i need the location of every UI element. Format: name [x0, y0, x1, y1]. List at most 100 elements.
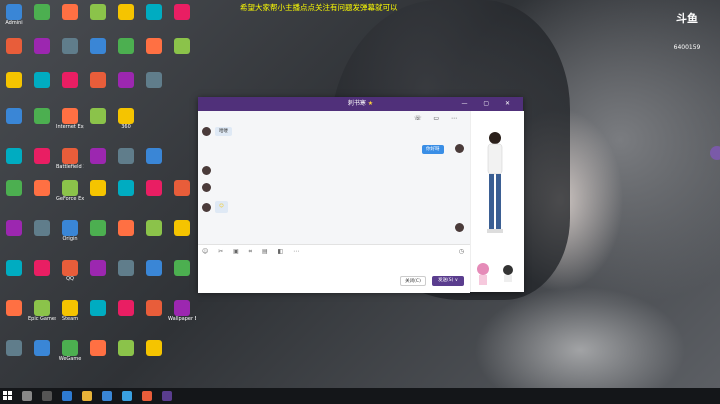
desktop-icon[interactable]: [112, 340, 140, 370]
desktop-icon[interactable]: [28, 260, 56, 290]
desktop-icon[interactable]: [0, 220, 28, 250]
desktop-icon[interactable]: Origin: [56, 220, 84, 250]
app-icon: [34, 108, 50, 124]
floating-avatar[interactable]: [710, 146, 720, 160]
qq-icon[interactable]: [122, 391, 132, 401]
desktop-icon[interactable]: [112, 72, 140, 102]
desktop-icon[interactable]: [56, 38, 84, 68]
desktop-icon[interactable]: [168, 4, 196, 34]
desktop-icon[interactable]: [112, 38, 140, 68]
desktop-icon[interactable]: Internet Explorer: [56, 108, 84, 138]
send-button[interactable]: 发送(S) ∨: [432, 276, 464, 286]
desktop-icon[interactable]: [140, 72, 168, 102]
desktop-icon[interactable]: [28, 38, 56, 68]
desktop-icon[interactable]: [0, 38, 28, 68]
desktop-icon[interactable]: [0, 180, 28, 210]
desktop-icon[interactable]: [112, 220, 140, 250]
folder-icon[interactable]: [82, 391, 92, 401]
desktop-icon[interactable]: [56, 72, 84, 102]
desktop-icon[interactable]: [28, 180, 56, 210]
input-toolbar[interactable]: ☺ ✂ ▣ ⌗ ▤ ◧ ⋯: [202, 248, 303, 256]
app-icon: [146, 340, 162, 356]
desktop-icon-label: Epic Games Launcher: [28, 316, 56, 322]
desktop-icon[interactable]: [140, 148, 168, 178]
desktop-icon[interactable]: [112, 300, 140, 330]
desktop-icon[interactable]: Wallpaper Engine: [168, 300, 196, 330]
desktop-icon[interactable]: [84, 300, 112, 330]
start-button[interactable]: [3, 391, 13, 401]
app-icon: [62, 180, 78, 196]
avatar: [455, 144, 464, 153]
desktop-icon[interactable]: [28, 72, 56, 102]
desktop-icon[interactable]: Admini: [0, 4, 28, 34]
desktop-icon[interactable]: [140, 300, 168, 330]
desktop-icon[interactable]: [112, 4, 140, 34]
chat-window: 刺书寒 ★ — ▢ ✕ ☏ ▭ ⋯ 哈喽 你好呀 ☺ ☺ ✂ ▣ ⌗ ▤ ◧ ⋯…: [198, 97, 524, 293]
app-icon: [118, 72, 134, 88]
app-icon: [146, 72, 162, 88]
chat-app-icon[interactable]: [162, 391, 172, 401]
desktop-icon[interactable]: [84, 72, 112, 102]
app-icon: [90, 300, 106, 316]
desktop-icon[interactable]: [0, 340, 28, 370]
desktop-icon[interactable]: [84, 4, 112, 34]
app-icon: [174, 4, 190, 20]
desktop-icon[interactable]: [84, 180, 112, 210]
desktop-icon[interactable]: [0, 300, 28, 330]
desktop-icon[interactable]: [0, 108, 28, 138]
desktop-icon[interactable]: [0, 260, 28, 290]
desktop-icon[interactable]: [56, 4, 84, 34]
desktop-icon[interactable]: [84, 340, 112, 370]
desktop-icon[interactable]: 360: [112, 108, 140, 138]
desktop-icon[interactable]: [84, 148, 112, 178]
desktop-icon[interactable]: [168, 260, 196, 290]
chat-titlebar[interactable]: 刺书寒 ★ — ▢ ✕: [198, 97, 523, 111]
desktop-icon[interactable]: [112, 260, 140, 290]
desktop-icon[interactable]: [112, 180, 140, 210]
message-input-area[interactable]: ☺ ✂ ▣ ⌗ ▤ ◧ ⋯ ◷ 关闭(C) 发送(S) ∨: [198, 244, 470, 293]
desktop-icon[interactable]: [140, 220, 168, 250]
avatar: [202, 127, 211, 136]
desktop-icon[interactable]: [28, 4, 56, 34]
close-button[interactable]: 关闭(C): [400, 276, 426, 286]
history-icon[interactable]: ◷: [459, 248, 464, 255]
desktop-icon[interactable]: [84, 108, 112, 138]
app-icon: [6, 300, 22, 316]
desktop-icon[interactable]: Epic Games Launcher: [28, 300, 56, 330]
desktop-icon[interactable]: GeForce Experience: [56, 180, 84, 210]
window-controls[interactable]: — ▢ ✕: [461, 97, 517, 111]
desktop-icon[interactable]: WeGame: [56, 340, 84, 370]
app-icon: [90, 38, 106, 54]
desktop-icon[interactable]: [168, 38, 196, 68]
desktop-icon[interactable]: [84, 38, 112, 68]
avatar: [202, 166, 211, 175]
desktop-icon[interactable]: [28, 148, 56, 178]
desktop-icon[interactable]: [140, 340, 168, 370]
desktop-icon[interactable]: Steam: [56, 300, 84, 330]
search-icon[interactable]: [22, 391, 32, 401]
desktop-icon[interactable]: [0, 72, 28, 102]
desktop-icon[interactable]: [28, 220, 56, 250]
desktop-icon[interactable]: [140, 260, 168, 290]
avatar-figure-image: [487, 132, 503, 233]
store-icon[interactable]: [102, 391, 112, 401]
desktop-icon[interactable]: [84, 260, 112, 290]
call-tools[interactable]: ☏ ▭ ⋯: [414, 115, 462, 122]
app-icon: [146, 148, 162, 164]
desktop-icon[interactable]: Battlefield 1: [56, 148, 84, 178]
desktop-icon[interactable]: [168, 220, 196, 250]
desktop-icon[interactable]: [140, 180, 168, 210]
desktop-icon[interactable]: [28, 340, 56, 370]
desktop-icon[interactable]: [28, 108, 56, 138]
edge-icon[interactable]: [62, 391, 72, 401]
desktop-icon[interactable]: [140, 4, 168, 34]
desktop-icon[interactable]: [84, 220, 112, 250]
desktop-icon[interactable]: [168, 180, 196, 210]
app-icon: [34, 300, 50, 316]
desktop-icon[interactable]: [0, 148, 28, 178]
app-icon[interactable]: [142, 391, 152, 401]
desktop-icon[interactable]: [112, 148, 140, 178]
desktop-icon[interactable]: [140, 38, 168, 68]
desktop-icon[interactable]: QQ: [56, 260, 84, 290]
task-view-icon[interactable]: [42, 391, 52, 401]
